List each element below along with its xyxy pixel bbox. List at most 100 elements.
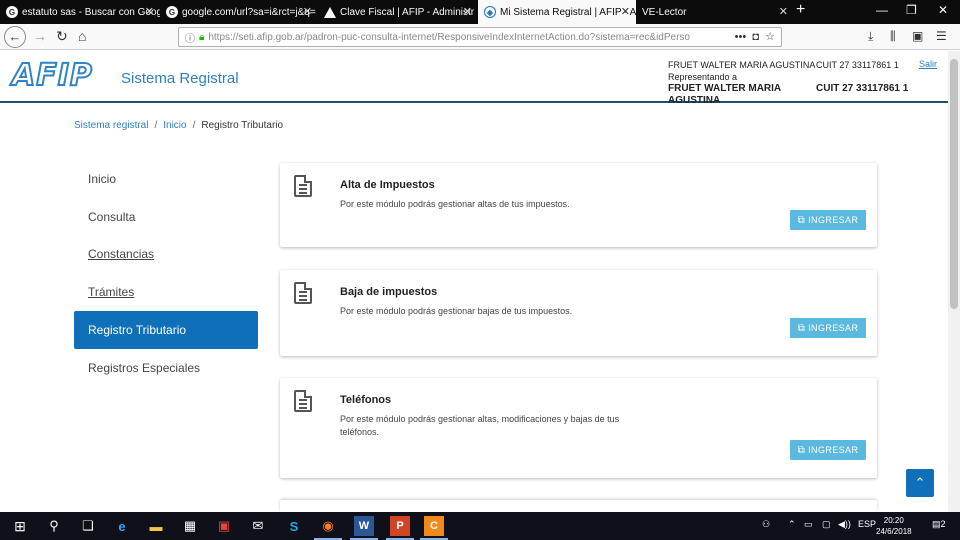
tab-title: VE-Lector	[642, 6, 687, 18]
minimize-icon[interactable]: —	[876, 3, 888, 17]
back-arrow-icon[interactable]: ←	[4, 26, 26, 48]
new-tab-icon[interactable]: +	[796, 1, 805, 19]
url-bar[interactable]: ⓘ 🔒︎ https://seti.afip.gob.ar/padron-puc…	[178, 27, 782, 47]
represent-cuit: CUIT 27 33117861 1	[816, 83, 909, 94]
file-explorer-icon[interactable]: ▬	[146, 516, 166, 536]
url-actions: ••• ◘ ☆	[730, 30, 775, 43]
tab-title: Mi Sistema Registral | AFIP - Ad	[500, 6, 636, 18]
card-description: Por este módulo podrás gestionar bajas d…	[340, 306, 573, 316]
windows-taskbar: ⊞ ⚲ ❏ e ▬ ▦ ▣ ✉ S ◉ W P C ⚇ ⌃ ▭ ▢ ◀)) ES…	[0, 512, 960, 540]
document-icon	[294, 175, 312, 197]
shield-favicon-icon: ◈	[484, 6, 496, 18]
clock-date: 24/6/2018	[876, 527, 912, 536]
mail-icon[interactable]: ✉	[248, 516, 268, 536]
tab-title: google.com/url?sa=i&rct=j&q=	[182, 6, 316, 18]
search-icon[interactable]: ⚲	[44, 516, 64, 536]
clock-time: 20:20	[883, 516, 904, 525]
card-next-partial	[280, 500, 877, 512]
browser-tab-2[interactable]: G google.com/url?sa=i&rct=j&q= ✕	[160, 0, 318, 24]
store-icon[interactable]: ▦	[180, 516, 200, 536]
edge-icon[interactable]: e	[112, 516, 132, 536]
download-icon[interactable]: ⤓	[868, 29, 873, 44]
scrollbar-thumb[interactable]	[950, 59, 958, 309]
scroll-to-top-button[interactable]: ⌃	[906, 469, 934, 497]
breadcrumb-current: Registro Tributario	[201, 120, 284, 131]
user-cuit: CUIT 27 33117861 1	[816, 60, 899, 70]
notification-count: 2	[940, 519, 946, 529]
network-icon[interactable]: ▭	[804, 519, 813, 530]
menu-icon[interactable]: ☰	[936, 29, 947, 43]
bookmark-star-icon[interactable]: ☆	[765, 31, 775, 43]
sidebar-item-label: Constancias	[88, 247, 155, 262]
clock[interactable]: 20:20 24/6/2018	[876, 515, 912, 537]
close-tab-icon[interactable]: ✕	[621, 5, 630, 18]
word-icon[interactable]: W	[350, 516, 378, 540]
sidebar-toggle-icon[interactable]: ▣	[912, 29, 923, 43]
info-icon[interactable]: ⓘ	[185, 30, 195, 45]
sidebar-item-constancias[interactable]: Constancias	[74, 236, 258, 274]
ingresar-button[interactable]: ⧉ INGRESAR	[790, 210, 866, 230]
close-tab-icon[interactable]: ✕	[779, 5, 788, 18]
sidebar-nav: Inicio Consulta Constancias Trámites Reg…	[74, 160, 258, 387]
sidebar-item-tramites[interactable]: Trámites	[74, 273, 258, 311]
browser-tab-bar: G estatuto sas - Buscar con Google ✕ G g…	[0, 0, 960, 24]
library-icon[interactable]: ⫼	[890, 29, 896, 44]
breadcrumb-sistema-registral[interactable]: Sistema registral	[74, 120, 148, 131]
browser-tab-3[interactable]: Clave Fiscal | AFIP - Administr ✕	[318, 0, 478, 24]
breadcrumb-separator: /	[154, 120, 158, 131]
show-hidden-icons-icon[interactable]: ⌃	[788, 519, 796, 530]
pocket-icon[interactable]: ◘	[749, 31, 762, 43]
powerpoint-icon[interactable]: P	[386, 516, 414, 540]
browser-tab-4-active[interactable]: ◈ Mi Sistema Registral | AFIP - Ad ✕	[478, 0, 636, 24]
skype-icon[interactable]: S	[284, 516, 304, 536]
restore-icon[interactable]: ❐	[906, 3, 917, 17]
task-view-icon[interactable]: ❏	[78, 516, 98, 536]
ingresar-button[interactable]: ⧉ INGRESAR	[790, 318, 866, 338]
document-icon	[294, 282, 312, 304]
windows-start-icon[interactable]: ⊞	[10, 516, 30, 536]
close-tab-icon[interactable]: ✕	[145, 5, 154, 18]
user-name: FRUET WALTER MARIA AGUSTINA	[668, 60, 816, 70]
lock-icon[interactable]: 🔒︎	[199, 32, 204, 43]
browser-tab-5[interactable]: VE-Lector ✕	[636, 0, 794, 24]
close-window-icon[interactable]: ✕	[938, 3, 948, 17]
button-label: INGRESAR	[808, 215, 859, 225]
orange-app-icon[interactable]: C	[420, 516, 448, 540]
card-title: Baja de impuestos	[340, 286, 438, 298]
ingresar-button[interactable]: ⧉ INGRESAR	[790, 440, 866, 460]
home-icon[interactable]: ⌂	[78, 28, 86, 44]
sidebar-item-label: Consulta	[88, 209, 136, 224]
gift-icon[interactable]: ▣	[214, 516, 234, 536]
external-link-icon: ⧉	[797, 214, 806, 226]
volume-icon[interactable]: ◀))	[838, 519, 851, 530]
close-tab-icon[interactable]: ✕	[303, 5, 312, 18]
action-center-icon[interactable]: ▢	[822, 519, 831, 530]
sidebar-item-consulta[interactable]: Consulta	[74, 198, 258, 236]
external-link-icon: ⧉	[797, 322, 806, 334]
browser-tab-1[interactable]: G estatuto sas - Buscar con Google ✕	[0, 0, 160, 24]
breadcrumb-separator: /	[192, 120, 196, 131]
breadcrumb-inicio[interactable]: Inicio	[163, 120, 186, 131]
browser-nav-bar: ← → ↻ ⌂ ⓘ 🔒︎ https://seti.afip.gob.ar/pa…	[0, 24, 960, 50]
afip-logo[interactable]: AFIP	[11, 59, 93, 93]
page-scrollbar[interactable]	[948, 51, 960, 512]
page-actions-icon[interactable]: •••	[735, 31, 747, 43]
sidebar-item-registro-tributario[interactable]: Registro Tributario	[74, 311, 258, 349]
language-indicator[interactable]: ESP	[858, 519, 876, 529]
sidebar-item-registros-especiales[interactable]: Registros Especiales	[74, 349, 258, 387]
card-alta-impuestos: Alta de Impuestos Por este módulo podrás…	[280, 163, 877, 247]
logout-link[interactable]: Salir	[919, 59, 937, 69]
site-header: AFIP Sistema Registral FRUET WALTER MARI…	[0, 51, 948, 106]
tab-title: estatuto sas - Buscar con Google	[22, 6, 160, 18]
notifications-icon[interactable]: ▤2	[932, 519, 946, 530]
sidebar-item-label: Registros Especiales	[88, 360, 201, 375]
reload-icon[interactable]: ↻	[56, 28, 68, 44]
sidebar-item-inicio[interactable]: Inicio	[74, 160, 258, 198]
close-tab-icon[interactable]: ✕	[463, 5, 472, 18]
firefox-icon[interactable]: ◉	[314, 516, 342, 540]
people-icon[interactable]: ⚇	[762, 519, 770, 530]
breadcrumb: Sistema registral / Inicio / Registro Tribut…	[74, 120, 283, 131]
card-title: Alta de Impuestos	[340, 179, 435, 191]
card-telefonos: Teléfonos Por este módulo podrás gestion…	[280, 378, 877, 478]
forward-arrow-icon[interactable]: →	[33, 28, 47, 44]
